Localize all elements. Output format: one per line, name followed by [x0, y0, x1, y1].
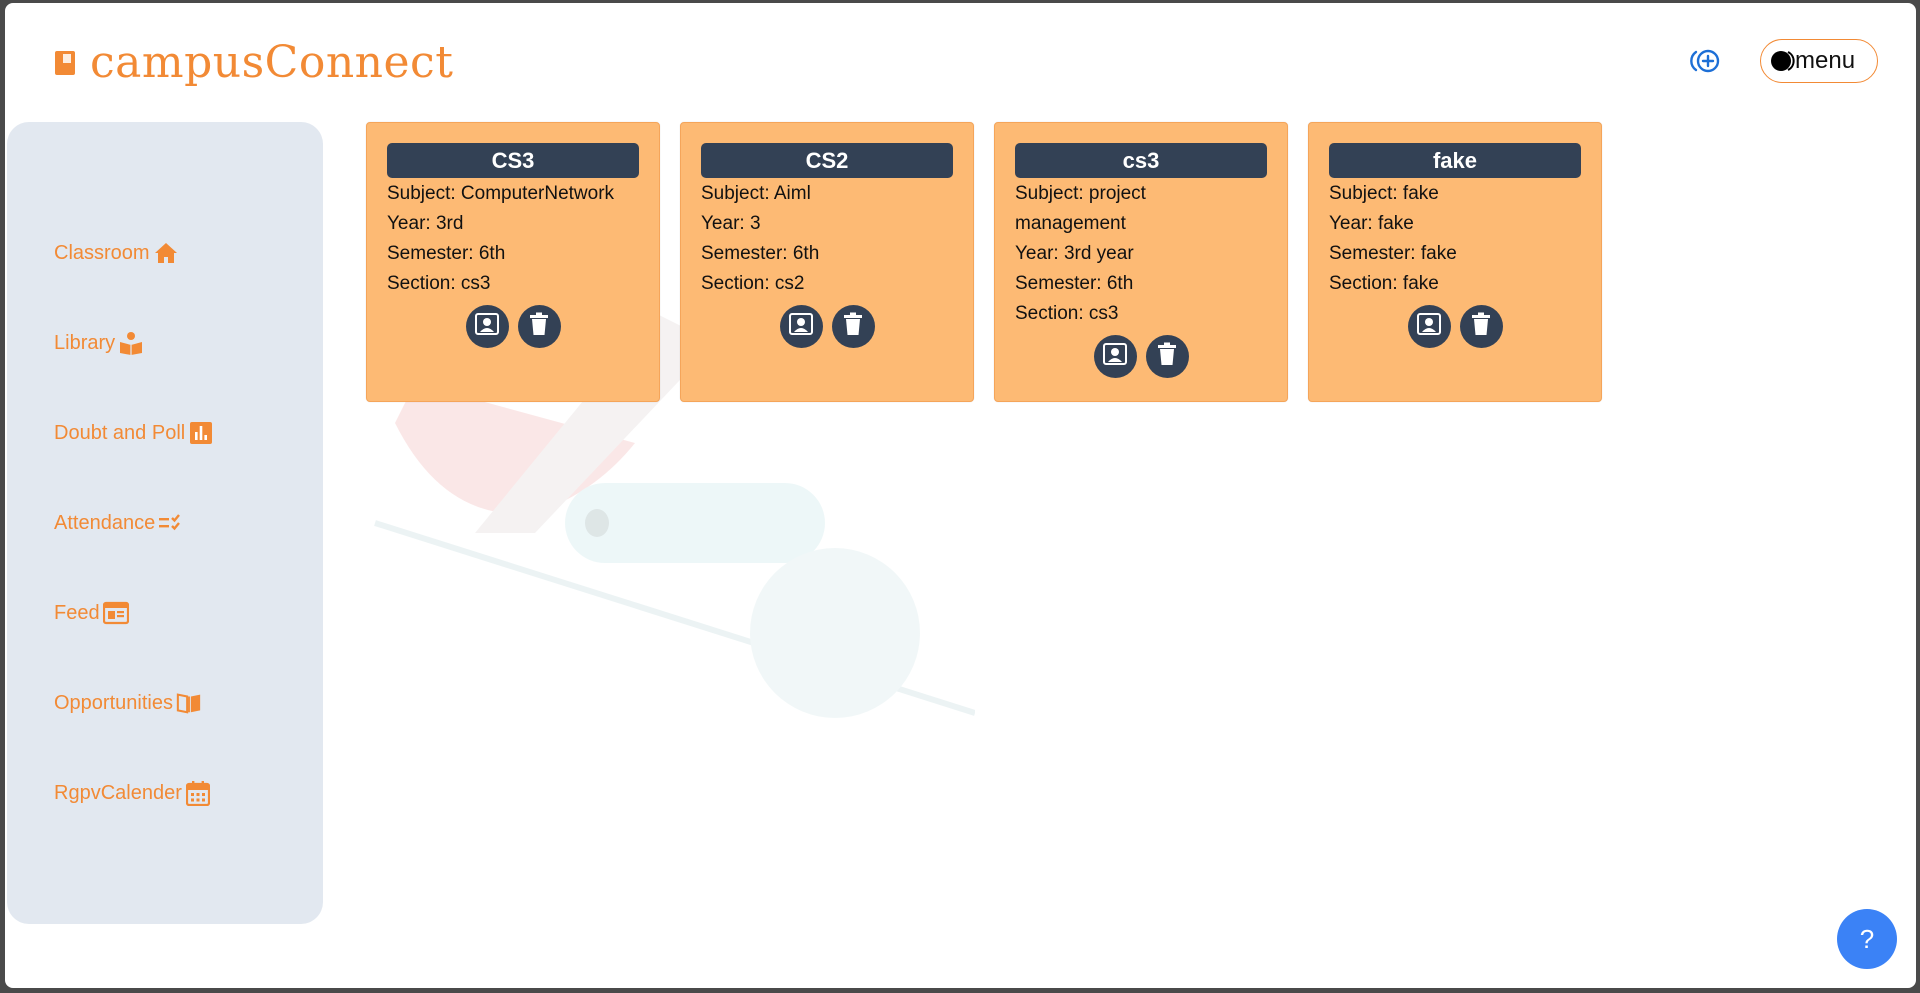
trash-icon	[1471, 312, 1491, 341]
add-circle-icon	[1689, 48, 1723, 79]
class-semester: Semester: 6th	[387, 243, 506, 264]
class-card-actions	[387, 305, 639, 348]
sidebar-item-library[interactable]: Library	[54, 330, 144, 356]
class-section: Section: cs3	[387, 273, 491, 294]
class-card[interactable]: CS3 Subject: ComputerNetwork Year: 3rd S…	[366, 122, 660, 402]
help-button[interactable]: ?	[1837, 909, 1897, 969]
poll-chart-icon	[188, 420, 214, 446]
feed-icon	[102, 600, 129, 626]
class-subject-continued: management	[1015, 213, 1126, 234]
delete-class-button[interactable]	[1459, 305, 1503, 348]
app-window: campusConnect menu Classroom Library Dou…	[5, 3, 1916, 988]
class-year: Year: fake	[1329, 213, 1414, 234]
brand-name: campusConnect	[90, 37, 454, 88]
class-card-actions	[1015, 335, 1267, 378]
delete-class-button[interactable]	[831, 305, 875, 348]
class-card-actions	[701, 305, 953, 348]
sidebar-item-doubt-and-poll[interactable]: Doubt and Poll	[54, 420, 214, 446]
class-semester: Semester: 6th	[1015, 273, 1134, 294]
class-card-actions	[1329, 305, 1581, 348]
class-semester: Semester: 6th	[701, 243, 820, 264]
class-subject: Subject: fake	[1329, 183, 1439, 204]
sidebar-item-label: Classroom	[54, 241, 150, 264]
open-book-icon	[176, 690, 202, 716]
open-class-button[interactable]	[1093, 335, 1137, 378]
class-section: Section: cs3	[1015, 303, 1119, 324]
delete-class-button[interactable]	[517, 305, 561, 348]
open-class-button[interactable]	[779, 305, 823, 348]
sidebar-item-rgpvcalender[interactable]: RgpvCalender	[54, 780, 211, 806]
open-class-button[interactable]	[1407, 305, 1451, 348]
sidebar-item-label: Attendance	[54, 511, 156, 534]
sidebar-item-label: Opportunities	[54, 691, 173, 714]
class-year: Year: 3rd	[387, 213, 464, 234]
add-class-button[interactable]	[1688, 48, 1724, 78]
sidebar-item-attendance[interactable]: Attendance	[54, 510, 184, 536]
class-subject: Subject: Aiml	[701, 183, 811, 204]
class-section: Section: cs2	[701, 273, 805, 294]
contact-card-icon	[1416, 312, 1442, 341]
sidebar-item-label: RgpvCalender	[54, 781, 182, 804]
class-card-title: CS2	[701, 143, 953, 178]
help-label: ?	[1859, 923, 1875, 954]
sidebar-item-classroom[interactable]: Classroom	[54, 240, 179, 266]
contact-card-icon	[788, 312, 814, 341]
half-moon-toggle-icon	[1771, 50, 1795, 72]
sidebar-item-feed[interactable]: Feed	[54, 600, 129, 626]
checklist-icon	[158, 510, 184, 536]
trash-icon	[1157, 342, 1177, 371]
trash-icon	[529, 312, 549, 341]
sidebar-item-opportunities[interactable]: Opportunities	[54, 690, 202, 716]
menu-label: menu	[1795, 47, 1856, 74]
reader-icon	[118, 330, 144, 356]
class-card-title: fake	[1329, 143, 1581, 178]
trash-icon	[843, 312, 863, 341]
open-class-button[interactable]	[465, 305, 509, 348]
header: campusConnect menu	[5, 3, 1916, 123]
sidebar: Classroom Library Doubt and Poll Attenda…	[7, 122, 323, 924]
delete-class-button[interactable]	[1145, 335, 1189, 378]
home-icon	[153, 240, 179, 266]
class-section: Section: fake	[1329, 273, 1439, 294]
class-card-title: CS3	[387, 143, 639, 178]
class-card[interactable]: fake Subject: fake Year: fake Semester: …	[1308, 122, 1602, 402]
menu-button[interactable]: menu	[1760, 39, 1878, 83]
brand[interactable]: campusConnect	[54, 37, 453, 88]
class-card-title: cs3	[1015, 143, 1267, 178]
sidebar-item-label: Library	[54, 331, 116, 354]
class-year: Year: 3	[701, 213, 761, 234]
class-subject: Subject: ComputerNetwork	[387, 183, 615, 204]
class-year: Year: 3rd year	[1015, 243, 1134, 264]
class-subject: Subject: project	[1015, 183, 1146, 204]
calendar-icon	[185, 780, 211, 806]
contact-card-icon	[474, 312, 500, 341]
class-card[interactable]: CS2 Subject: Aiml Year: 3 Semester: 6th …	[680, 122, 974, 402]
class-card[interactable]: cs3 Subject: project management Year: 3r…	[994, 122, 1288, 402]
sidebar-item-label: Feed	[54, 601, 100, 624]
book-icon	[54, 50, 76, 76]
class-semester: Semester: fake	[1329, 243, 1457, 264]
contact-card-icon	[1102, 342, 1128, 371]
sidebar-item-label: Doubt and Poll	[54, 421, 186, 444]
